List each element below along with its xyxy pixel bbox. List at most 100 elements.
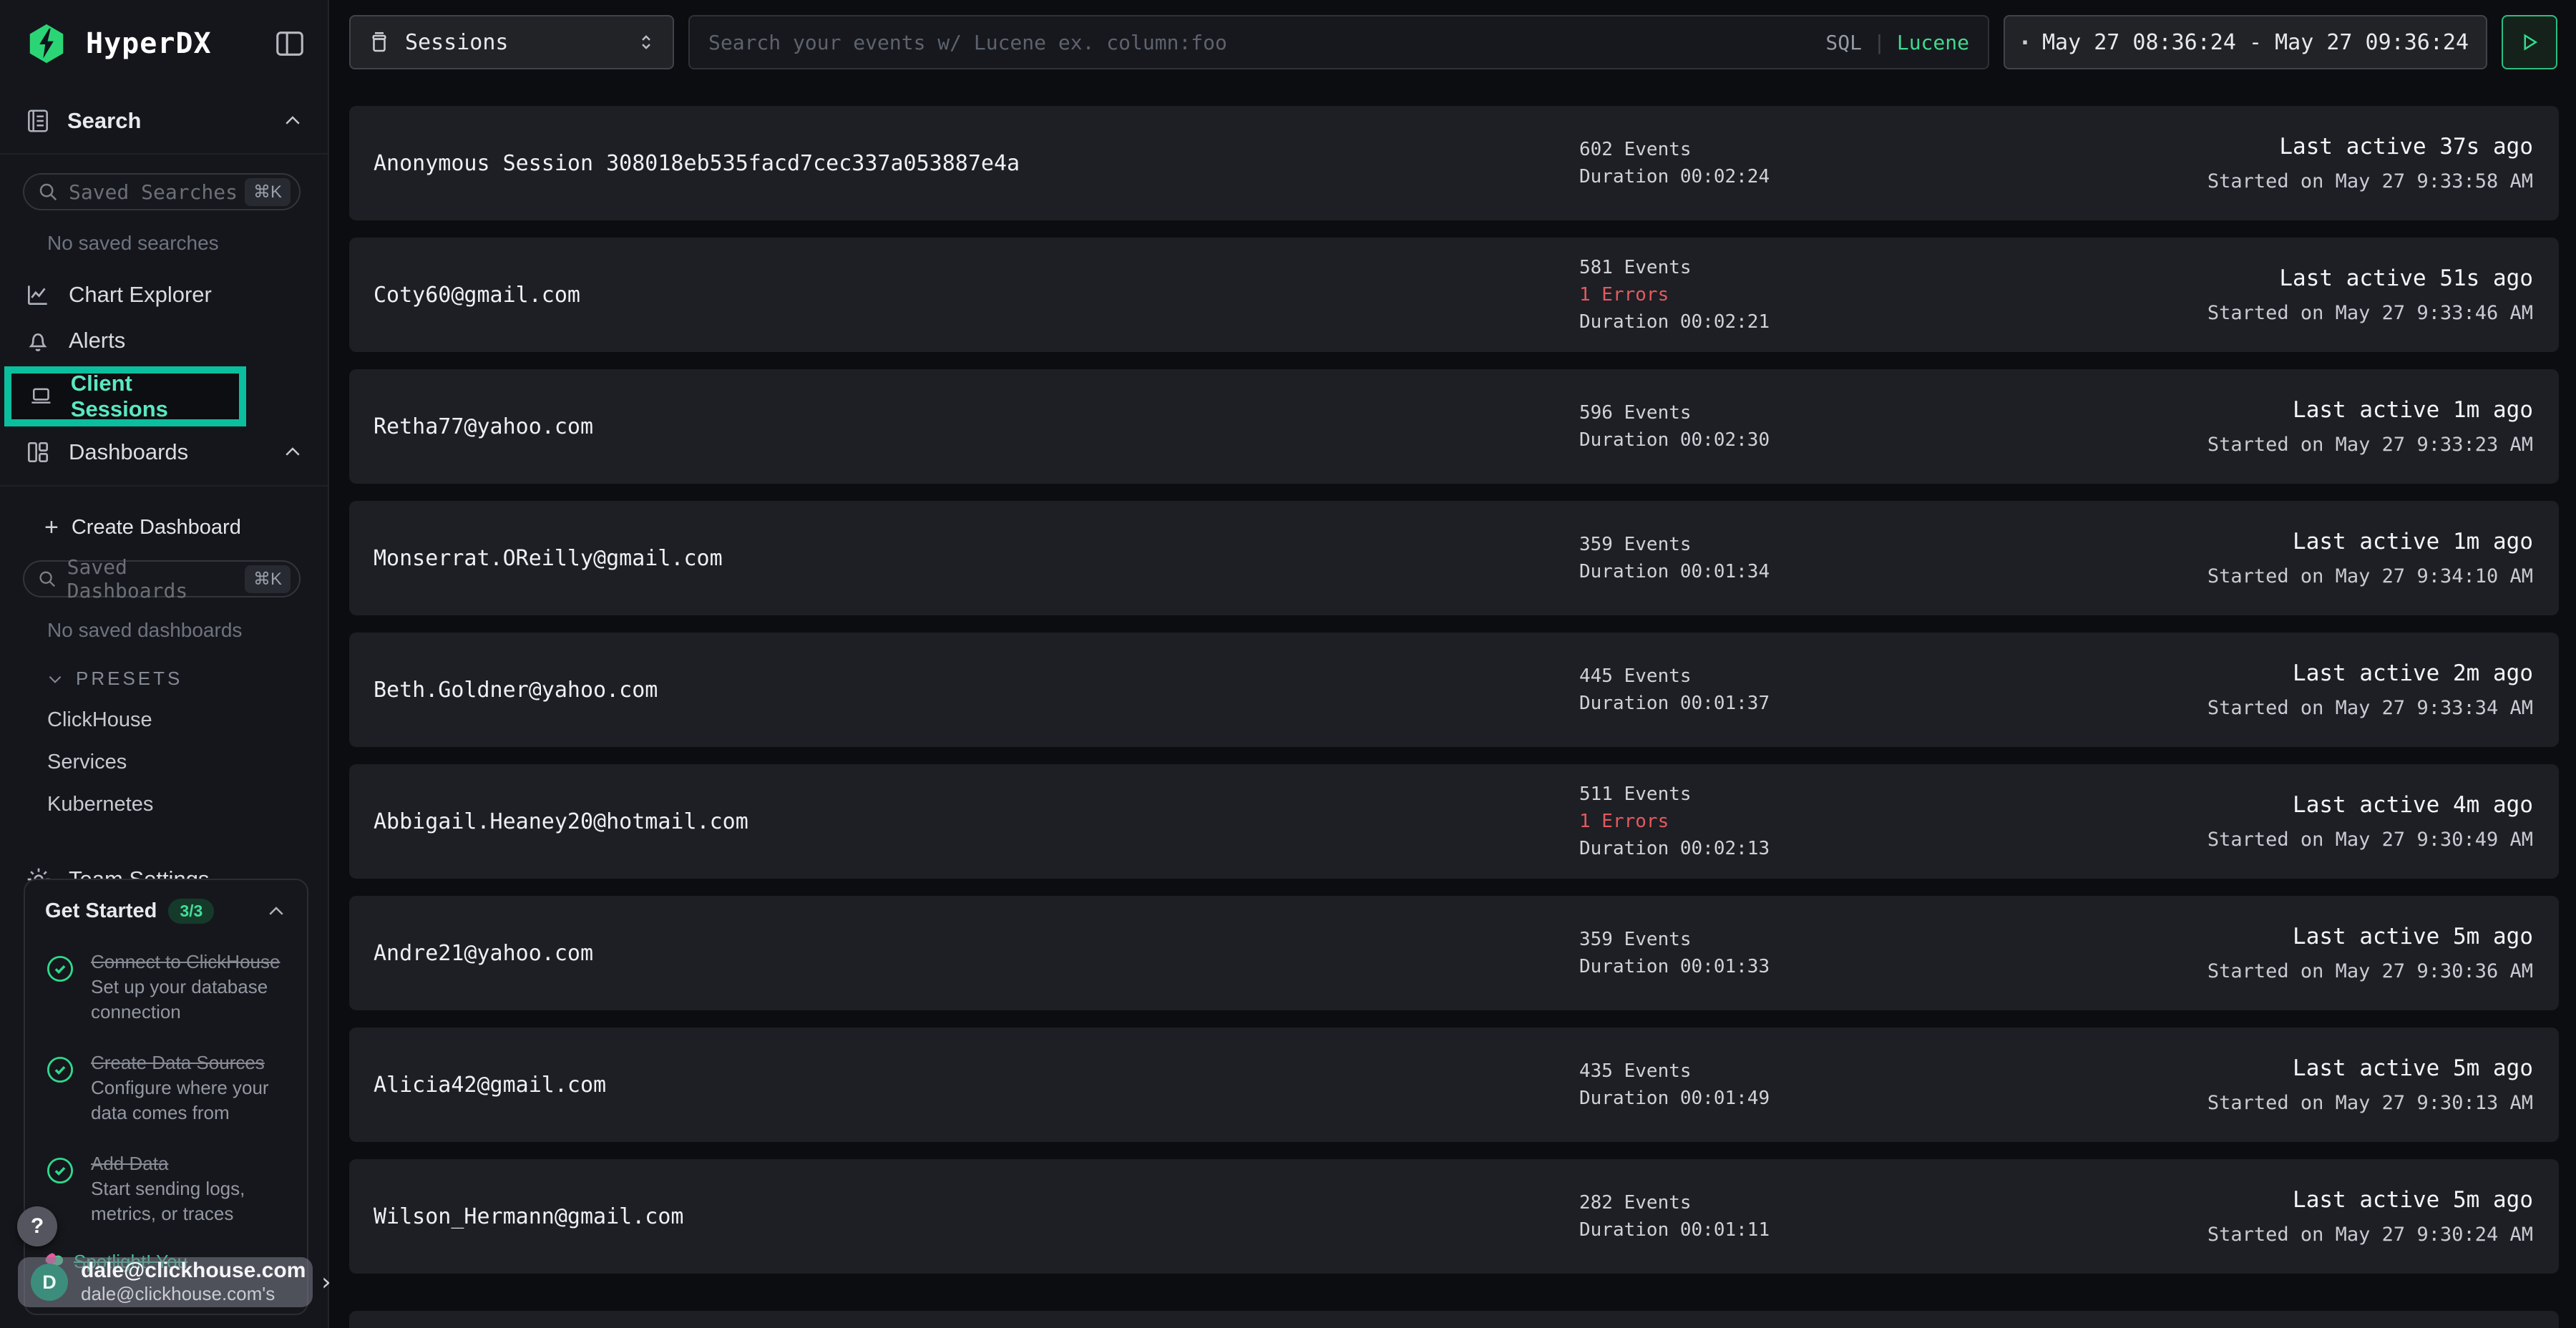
chevron-up-icon[interactable]: [265, 901, 287, 922]
saved-dashboards-input[interactable]: Saved Dashboards ⌘K: [23, 560, 301, 597]
session-last-active: Last active 5m ago: [2293, 1187, 2533, 1213]
saved-searches-placeholder: Saved Searches: [69, 180, 238, 204]
session-name: Monserrat.OReilly@gmail.com: [374, 546, 723, 571]
chart-explorer-icon: [24, 281, 52, 308]
session-last-active: Last active 2m ago: [2293, 660, 2533, 686]
avatar: D: [31, 1264, 68, 1301]
source-select[interactable]: Sessions: [349, 15, 674, 69]
preset-services[interactable]: Services: [47, 751, 328, 774]
get-started-progress-badge: 3/3: [168, 899, 214, 924]
user-menu[interactable]: D dale@clickhouse.com dale@clickhouse.co…: [18, 1257, 313, 1307]
sidebar-section-search[interactable]: Search: [0, 107, 328, 135]
session-row[interactable]: Anonymous Session 308018eb535facd7cec337…: [349, 106, 2559, 220]
session-duration: Duration 00:02:13: [1579, 835, 1770, 862]
session-name: Alicia42@gmail.com: [374, 1073, 606, 1098]
session-last-active: Last active 51s ago: [2279, 265, 2533, 291]
laptop-icon: [29, 383, 54, 410]
preset-kubernetes[interactable]: Kubernetes: [47, 793, 328, 816]
get-started-item[interactable]: Create Data Sources Configure where your…: [45, 1050, 287, 1126]
select-updown-icon: [635, 31, 657, 53]
session-events-count: 435 Events: [1579, 1058, 1770, 1085]
preset-clickhouse[interactable]: ClickHouse: [47, 708, 328, 732]
get-started-item-desc: Configure where your data comes from: [91, 1075, 287, 1126]
sidebar-item-label: Alerts: [69, 328, 125, 353]
check-circle-icon: [45, 1156, 75, 1186]
no-saved-dashboards-text: No saved dashboards: [47, 619, 328, 642]
session-started: Started on May 27 9:33:58 AM: [2207, 170, 2533, 192]
search-icon: [37, 568, 57, 590]
session-started: Started on May 27 9:34:10 AM: [2207, 565, 2533, 587]
presets-toggle[interactable]: PRESETS: [46, 668, 328, 690]
session-duration: Duration 00:01:33: [1579, 953, 1770, 980]
event-search-input[interactable]: Search your events w/ Lucene ex. column:…: [688, 15, 1989, 69]
chevron-up-icon[interactable]: [282, 110, 303, 132]
create-dashboard-label: Create Dashboard: [72, 516, 241, 540]
session-last-active: Last active 5m ago: [2293, 1055, 2533, 1081]
session-name: Anonymous Session 308018eb535facd7cec337…: [374, 151, 1020, 176]
session-duration: Duration 00:01:11: [1579, 1216, 1770, 1244]
sql-toggle[interactable]: SQL: [1825, 31, 1862, 54]
session-row-partial: [349, 1311, 2559, 1328]
session-started: Started on May 27 9:33:34 AM: [2207, 697, 2533, 719]
session-duration: Duration 00:01:37: [1579, 690, 1770, 717]
session-events-count: 359 Events: [1579, 531, 1770, 558]
saved-searches-shortcut: ⌘K: [245, 178, 291, 206]
plus-icon: +: [44, 514, 59, 542]
create-dashboard-button[interactable]: + Create Dashboard: [0, 514, 328, 542]
saved-dashboards-placeholder: Saved Dashboards: [67, 555, 245, 602]
session-duration: Duration 00:02:24: [1579, 163, 1770, 190]
session-events-count: 445 Events: [1579, 663, 1770, 690]
session-name: Andre21@yahoo.com: [374, 941, 593, 966]
sidebar-item-dashboards[interactable]: Dashboards: [0, 429, 328, 475]
get-started-item-desc: Start sending logs, metrics, or traces: [91, 1176, 287, 1226]
search-section-label: Search: [67, 108, 141, 134]
chevron-up-icon[interactable]: [282, 441, 303, 463]
session-last-active: Last active 37s ago: [2279, 134, 2533, 160]
get-started-card: Get Started 3/3 Connect to ClickHouse Se…: [24, 879, 308, 1315]
sidebar-item-alerts[interactable]: Alerts: [0, 318, 328, 363]
session-duration: Duration 00:02:21: [1579, 308, 1770, 336]
sidebar-item-chart-explorer[interactable]: Chart Explorer: [0, 272, 328, 318]
bell-icon: [24, 327, 52, 354]
lang-separator: |: [1873, 31, 1885, 54]
chevron-right-icon: ›: [318, 1268, 333, 1297]
session-last-active: Last active 4m ago: [2293, 792, 2533, 818]
sidebar-collapse-icon[interactable]: [273, 27, 306, 60]
session-row[interactable]: Monserrat.OReilly@gmail.com 359 Events D…: [349, 501, 2559, 615]
session-started: Started on May 27 9:33:46 AM: [2207, 302, 2533, 324]
sessions-source-icon: [366, 29, 392, 55]
run-query-button[interactable]: [2502, 15, 2557, 69]
client-sessions-highlight-box: Client Sessions: [4, 366, 246, 426]
dashboards-icon: [24, 439, 52, 466]
help-button[interactable]: ?: [17, 1206, 57, 1246]
session-row[interactable]: Andre21@yahoo.com 359 Events Duration 00…: [349, 896, 2559, 1010]
session-duration: Duration 00:02:30: [1579, 426, 1770, 454]
sidebar-item-label: Dashboards: [69, 439, 188, 465]
get-started-item[interactable]: Connect to ClickHouse Set up your databa…: [45, 949, 287, 1025]
sidebar-item-client-sessions[interactable]: Client Sessions: [11, 374, 239, 419]
session-last-active: Last active 1m ago: [2293, 529, 2533, 555]
app-title: HyperDX: [86, 27, 212, 60]
get-started-item-title: Connect to ClickHouse: [91, 949, 287, 975]
divider: [0, 485, 328, 487]
lucene-toggle[interactable]: Lucene: [1897, 31, 1969, 54]
session-row[interactable]: Wilson_Hermann@gmail.com 282 Events Dura…: [349, 1159, 2559, 1274]
logo-row: HyperDX: [24, 21, 306, 66]
session-row[interactable]: Beth.Goldner@yahoo.com 445 Events Durati…: [349, 633, 2559, 747]
user-team: dale@clickhouse.com's: [81, 1282, 306, 1306]
get-started-item[interactable]: Add Data Start sending logs, metrics, or…: [45, 1151, 287, 1226]
session-row[interactable]: Coty60@gmail.com 581 Events 1 Errors Dur…: [349, 238, 2559, 352]
session-row[interactable]: Retha77@yahoo.com 596 Events Duration 00…: [349, 369, 2559, 484]
session-row[interactable]: Alicia42@gmail.com 435 Events Duration 0…: [349, 1027, 2559, 1142]
session-row[interactable]: Abbigail.Heaney20@hotmail.com 511 Events…: [349, 764, 2559, 879]
saved-searches-input[interactable]: Saved Searches ⌘K: [23, 173, 301, 210]
sidebar-item-label: Client Sessions: [71, 371, 222, 422]
sidebar-item-label: Chart Explorer: [69, 282, 212, 308]
date-range-picker[interactable]: May 27 08:36:24 - May 27 09:36:24: [2004, 15, 2487, 69]
chevron-down-icon: [46, 670, 64, 688]
get-started-title: Get Started: [45, 899, 157, 923]
session-name: Retha77@yahoo.com: [374, 414, 593, 439]
session-errors-count: 1 Errors: [1579, 281, 1770, 308]
topbar: Sessions Search your events w/ Lucene ex…: [331, 0, 2576, 84]
session-started: Started on May 27 9:30:13 AM: [2207, 1092, 2533, 1114]
